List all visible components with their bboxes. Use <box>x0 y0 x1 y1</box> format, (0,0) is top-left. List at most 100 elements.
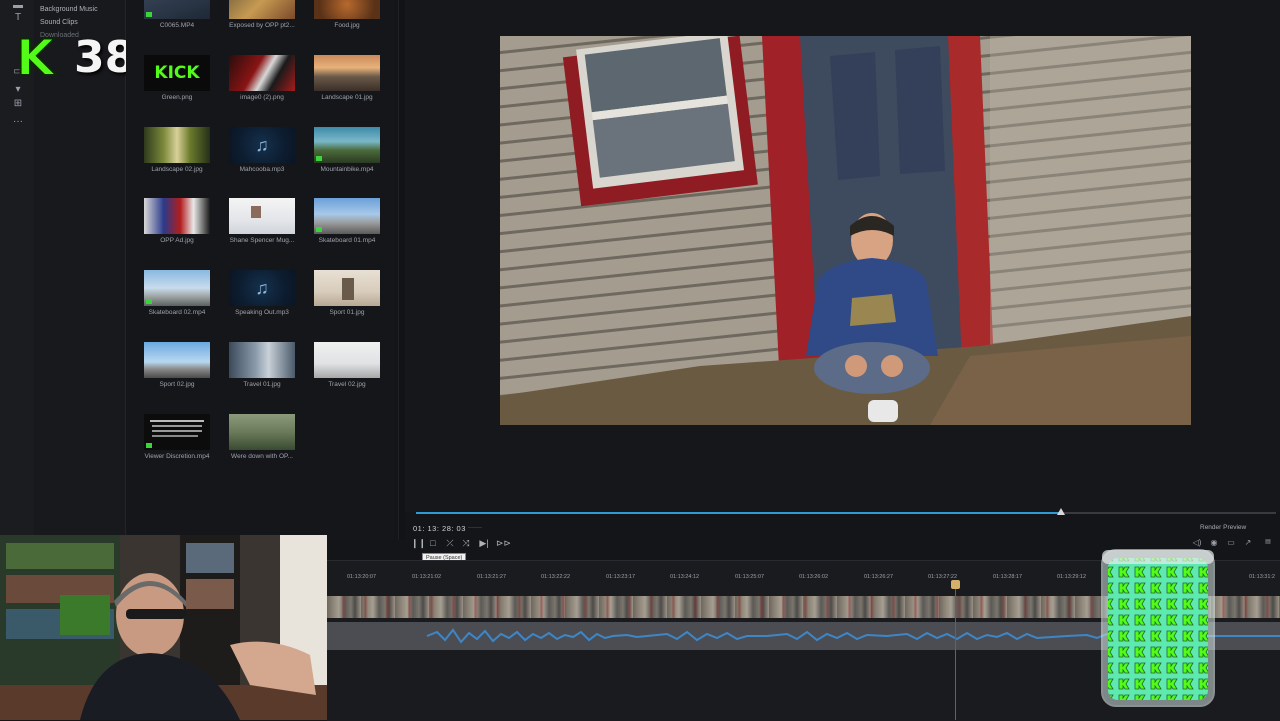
ruler-tick-label: 01:13:20:07 <box>347 574 377 580</box>
preview-video-frame <box>500 36 1191 425</box>
media-label: Food.jpg <box>334 22 360 29</box>
prev-frame-icon[interactable]: ⤫ <box>444 537 456 549</box>
ruler-tick-label: 01:13:22:22 <box>541 574 571 580</box>
media-label: Viewer Discretion.mp4 <box>144 453 210 460</box>
media-thumbnail <box>229 0 295 19</box>
media-item[interactable]: Sport 02.jpg <box>136 342 216 408</box>
media-item[interactable]: Viewer Discretion.mp4 <box>136 414 216 480</box>
aspect-icon[interactable]: ▤ <box>1262 537 1274 548</box>
media-label: Were down with OP... <box>231 453 293 460</box>
media-label: OPP Ad.jpg <box>160 237 194 244</box>
media-library: C0065.MP4 Exposed by OPP pt2... Food.jpg… <box>126 0 394 540</box>
media-thumbnail <box>144 0 210 19</box>
media-thumbnail <box>144 342 210 378</box>
media-item[interactable]: Landscape 01.jpg <box>306 55 386 121</box>
media-item[interactable]: Mountainbike.mp4 <box>306 127 386 193</box>
volume-icon[interactable]: ◁) <box>1191 537 1203 548</box>
media-label: Sport 02.jpg <box>159 381 195 388</box>
media-item[interactable]: Exposed by OPP pt2... <box>221 0 301 49</box>
media-item[interactable]: Landscape 02.jpg <box>136 127 216 193</box>
text-tool-icon[interactable]: T <box>11 12 25 24</box>
ruler-tick-label: 01:13:26:27 <box>864 574 894 580</box>
render-preview-button[interactable]: Render Preview <box>1200 524 1246 531</box>
media-item[interactable]: Food.jpg <box>306 0 386 49</box>
webcam-overlay <box>0 535 327 720</box>
media-item[interactable]: Skateboard 02.mp4 <box>136 270 216 336</box>
mark-icon[interactable]: ▶| <box>478 537 490 549</box>
media-thumbnail <box>314 127 380 163</box>
media-thumbnail <box>314 342 380 378</box>
media-item[interactable]: Sport 01.jpg <box>306 270 386 336</box>
media-item[interactable]: Were down with OP... <box>221 414 301 480</box>
media-thumbnail: ♫ <box>229 270 295 306</box>
media-item[interactable]: Travel 01.jpg <box>221 342 301 408</box>
external-view-icon[interactable]: ↗ <box>1242 537 1254 548</box>
media-item[interactable]: ♫ Mahcooba.mp3 <box>221 127 301 193</box>
ruler-tick-label: 01:13:21:02 <box>412 574 442 580</box>
media-label: Exposed by OPP pt2... <box>229 22 295 29</box>
media-thumbnail <box>144 198 210 234</box>
media-thumbnail <box>229 198 295 234</box>
media-label: Mahcooba.mp3 <box>239 166 285 173</box>
media-label: Mountainbike.mp4 <box>320 166 374 173</box>
media-thumbnail <box>314 55 380 91</box>
media-thumbnail <box>144 127 210 163</box>
display-icon[interactable]: ▭ <box>1225 537 1237 548</box>
ruler-tick-label: 01:13:21:27 <box>477 574 507 580</box>
ruler-tick-label: 01:13:26:02 <box>799 574 829 580</box>
duration-display: —— <box>468 524 482 531</box>
preview-scrubber-handle[interactable] <box>1057 508 1065 515</box>
ruler-tick-label: 01:13:24:12 <box>670 574 700 580</box>
media-thumbnail <box>314 0 380 19</box>
media-label: C0065.MP4 <box>159 22 195 29</box>
media-label: Skateboard 02.mp4 <box>148 309 206 316</box>
media-label: Shane Spencer Mug... <box>229 237 295 244</box>
media-item[interactable]: KICK Green.png <box>136 55 216 121</box>
kick-logo-thumb: KICK <box>144 55 210 91</box>
kick-counter-overlay: K 38 <box>10 29 135 87</box>
media-thumbnail <box>144 270 210 306</box>
crop-icon[interactable]: ⊞ <box>11 98 25 110</box>
media-item[interactable]: Travel 02.jpg <box>306 342 386 408</box>
music-note-icon: ♫ <box>255 278 269 298</box>
next-frame-icon[interactable]: ⤨ <box>460 537 472 549</box>
media-thumbnail: KICK <box>144 55 210 91</box>
timecode-display: 01: 13: 28: 03 <box>413 524 466 533</box>
media-item[interactable]: Skateboard 01.mp4 <box>306 198 386 264</box>
tool-icon-top[interactable]: ▬ <box>11 0 25 12</box>
media-label: image0 (2).png <box>240 94 284 101</box>
media-thumbnail <box>144 414 210 450</box>
fast-forward-icon[interactable]: ⊳⊳ <box>496 537 511 549</box>
ruler-tick-label: 01:13:31:2 <box>1249 574 1275 580</box>
media-label: Skateboard 01.mp4 <box>318 237 376 244</box>
media-thumbnail <box>229 342 295 378</box>
ruler-tick-label: 01:13:28:17 <box>993 574 1023 580</box>
media-thumbnail <box>229 55 295 91</box>
pause-icon[interactable]: ❙❙ <box>411 537 426 549</box>
media-item[interactable]: ♫ Speaking Out.mp3 <box>221 270 301 336</box>
media-label: Speaking Out.mp3 <box>235 309 289 316</box>
preview-scene <box>500 36 1191 425</box>
media-item[interactable]: C0065.MP4 <box>136 0 216 49</box>
media-label: Sport 01.jpg <box>329 309 365 316</box>
media-thumbnail <box>314 198 380 234</box>
music-note-icon: ♫ <box>255 135 269 155</box>
snapshot-icon[interactable]: ◉ <box>1208 537 1220 548</box>
media-item[interactable]: image0 (2).png <box>221 55 301 121</box>
timeline-playhead[interactable] <box>955 582 956 720</box>
preview-progress-bar[interactable] <box>416 512 1061 514</box>
category-sound-clips[interactable]: Sound Clips <box>40 19 78 26</box>
more-icon[interactable]: ··· <box>11 116 25 128</box>
category-background-music[interactable]: Background Music <box>40 6 98 13</box>
media-label: Green.png <box>161 94 193 101</box>
media-label: Travel 02.jpg <box>328 381 366 388</box>
media-label: Landscape 02.jpg <box>151 166 203 173</box>
panel-divider[interactable] <box>398 0 405 540</box>
kick-logo-letter: K <box>15 29 56 87</box>
stop-icon[interactable]: □ <box>427 537 439 549</box>
ruler-tick-label: 01:13:25:07 <box>735 574 765 580</box>
media-thumbnail: ♫ <box>229 127 295 163</box>
media-item[interactable]: OPP Ad.jpg <box>136 198 216 264</box>
playhead-handle[interactable] <box>951 580 960 589</box>
media-item[interactable]: Shane Spencer Mug... <box>221 198 301 264</box>
